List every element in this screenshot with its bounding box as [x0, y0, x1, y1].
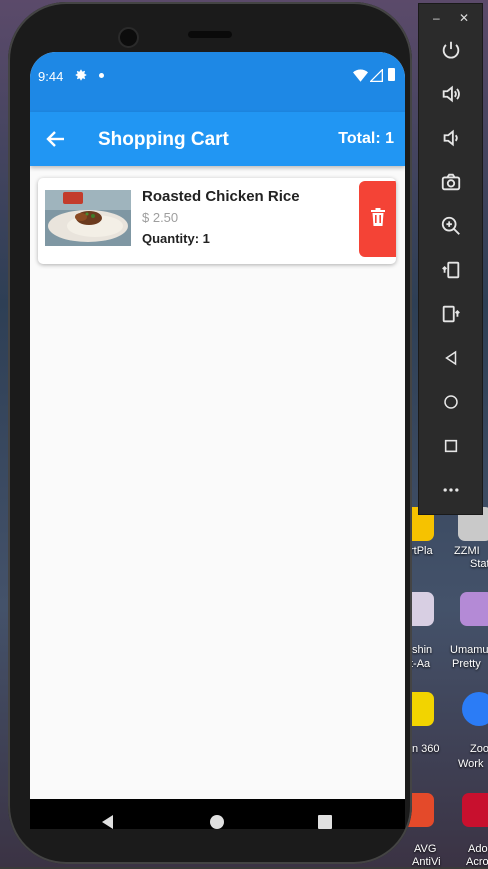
- food-thumbnail: [45, 190, 131, 246]
- nav-home-icon[interactable]: [206, 811, 228, 829]
- status-bar: 9:44: [30, 52, 405, 112]
- home-icon[interactable]: [437, 388, 465, 416]
- page-title: Shopping Cart: [98, 129, 229, 150]
- desktop-icon-label: Ado: [468, 843, 488, 855]
- desktop-app-icon[interactable]: [462, 692, 488, 726]
- app-bar: Shopping Cart Total: 1: [30, 112, 405, 166]
- settings-icon: [74, 68, 88, 87]
- desktop-icon-label: ZZMI: [454, 545, 480, 557]
- camera-icon[interactable]: [437, 168, 465, 196]
- desktop-icon-label: n 360: [412, 743, 440, 755]
- signal-icon: [369, 68, 383, 87]
- desktop-icon-label: Work: [458, 758, 484, 770]
- item-quantity: Quantity: 1: [142, 231, 210, 246]
- desktop-icon-label: Umamu: [450, 644, 488, 656]
- cart-item-card: Roasted Chicken Rice $ 2.50 Quantity: 1: [38, 178, 396, 264]
- phone-screen: 9:44 Shopping Cart Total: 1 Roasted Chic…: [30, 52, 405, 829]
- desktop-app-icon[interactable]: [462, 793, 488, 827]
- status-time: 9:44: [38, 69, 64, 84]
- volume-down-icon[interactable]: [437, 124, 465, 152]
- nav-back-icon[interactable]: [97, 811, 119, 829]
- desktop-icon-label: AVG: [414, 843, 437, 855]
- cart-total: Total: 1: [338, 130, 394, 147]
- zoom-icon[interactable]: [437, 212, 465, 240]
- back-icon[interactable]: [437, 344, 465, 372]
- minimize-icon[interactable]: –: [433, 11, 440, 25]
- back-arrow-icon[interactable]: [44, 127, 68, 151]
- front-camera: [118, 27, 139, 48]
- delete-item-button[interactable]: [359, 181, 396, 257]
- notification-dot-icon: [99, 73, 104, 78]
- earpiece-speaker: [188, 31, 232, 38]
- desktop-icon-label: AntiVi: [412, 856, 441, 868]
- emulator-toolbar: – ✕: [418, 3, 483, 515]
- nav-recents-icon[interactable]: [314, 811, 336, 829]
- desktop-icon-label: rtPla: [410, 545, 433, 557]
- power-icon[interactable]: [437, 36, 465, 64]
- desktop-icon-label: Stat: [470, 558, 488, 570]
- item-name: Roasted Chicken Rice: [142, 188, 300, 205]
- trash-icon: [370, 207, 386, 231]
- rotate-right-icon[interactable]: [437, 300, 465, 328]
- desktop-icon-label: Pretty: [452, 658, 481, 670]
- rotate-left-icon[interactable]: [437, 256, 465, 284]
- more-icon[interactable]: [437, 476, 465, 504]
- item-price: $ 2.50: [142, 210, 179, 225]
- desktop-icon-label: Zoo: [470, 743, 488, 755]
- system-nav-bar: [30, 799, 405, 829]
- desktop-app-icon[interactable]: [460, 592, 488, 626]
- close-icon[interactable]: ✕: [459, 11, 469, 25]
- desktop-icon-label: shin: [412, 644, 433, 656]
- overview-icon[interactable]: [437, 432, 465, 460]
- phone-frame: 9:44 Shopping Cart Total: 1 Roasted Chic…: [8, 2, 412, 864]
- battery-icon: [388, 68, 395, 81]
- desktop-icon-label: t-Aa: [410, 658, 431, 670]
- desktop-icon-label: Acro: [466, 856, 488, 868]
- wifi-icon: [353, 69, 368, 87]
- volume-up-icon[interactable]: [437, 80, 465, 108]
